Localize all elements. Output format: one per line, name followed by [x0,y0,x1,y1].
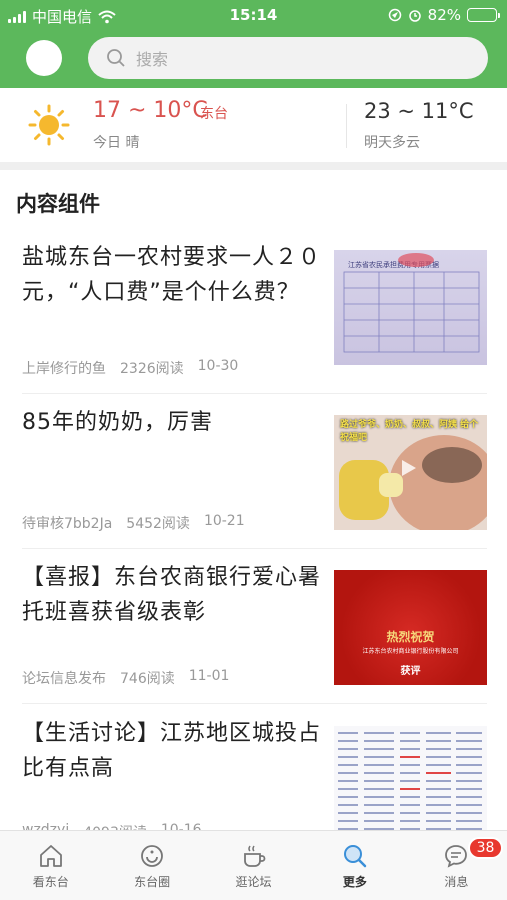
article-date: 11-01 [188,668,230,684]
article-item[interactable]: 85年的奶奶，厉害 待审核7bb2Ja 5452阅读 10-21 路过爷爷、奶奶… [22,405,487,545]
message-icon [445,845,468,868]
section-title: 内容组件 [16,192,100,216]
row-divider [22,548,487,549]
article-author: 上岸修行的鱼 [22,361,106,377]
tab-bar: 看东台 东台圈 逛论坛 更多 消息 38 [0,830,507,900]
thumbnail-caption: 路过爷爷、奶奶、叔叔、阿姨 给个祝福吧 [340,420,479,443]
article-meta: wzdzyj 4093阅读 10-16 [22,822,202,830]
weather-city[interactable]: 东台 [200,103,228,123]
article-thumbnail[interactable]: 路过爷爷、奶奶、叔叔、阿姨 给个祝福吧 [334,415,487,530]
home-icon [39,845,62,867]
article-title[interactable]: 盐城东台一农村要求一人２０元，“人口费”是个什么费？ [22,240,322,310]
tab-messages[interactable]: 消息 38 [406,831,507,900]
article-reads: 746阅读 [120,671,175,687]
article-date: 10-21 [203,513,245,529]
tomorrow-weather-desc: 明天多云 [364,135,420,151]
circle-icon [141,845,164,867]
article-title[interactable]: 85年的奶奶，厉害 [22,405,322,440]
search-placeholder: 搜索 [136,50,169,69]
article-title[interactable]: 【生活讨论】江苏地区城投占比有点高 [22,716,322,786]
coffee-icon [243,845,265,867]
row-divider [22,703,487,704]
message-badge: 38 [467,837,504,859]
location-icon [388,8,401,22]
battery-percent: 82% [427,6,461,24]
avatar[interactable] [26,40,62,76]
sun-icon [28,104,70,146]
today-temperature: 17 ~ 10°C [93,98,208,123]
article-thumbnail[interactable]: 江苏省农民承担费用专用票据 [334,250,487,365]
tab-label: 逛论坛 [235,875,272,889]
tab-label: 看东台 [32,875,69,889]
article-thumbnail[interactable]: 热烈祝贺 江苏东台农村商业银行股份有限公司 获评 [334,570,487,685]
article-reads: 5452阅读 [126,516,190,532]
status-bar: 中国电信 15:14 82% [0,0,507,30]
article-author: 待审核7bb2Ja [22,516,113,532]
tab-more[interactable]: 更多 [304,831,405,900]
article-item[interactable]: 【生活讨论】江苏地区城投占比有点高 wzdzyj 4093阅读 10-16 [22,716,487,830]
weather-divider [346,104,347,148]
tab-label: 消息 [444,875,469,889]
tab-label: 更多 [342,875,367,889]
alarm-icon [408,10,421,22]
section-divider [0,162,507,170]
article-title[interactable]: 【喜报】东台农商银行爱心暑托班喜获省级表彰 [22,560,322,630]
article-meta: 论坛信息发布 746阅读 11-01 [22,668,229,688]
article-thumbnail[interactable] [334,726,487,830]
tomorrow-temperature: 23 ~ 11°C [364,99,474,123]
article-meta: 上岸修行的鱼 2326阅读 10-30 [22,358,238,378]
article-meta: 待审核7bb2Ja 5452阅读 10-21 [22,513,245,533]
battery-icon [467,8,500,22]
row-divider [22,393,487,394]
article-author: 论坛信息发布 [22,671,106,687]
search-icon [343,845,367,868]
article-date: 10-16 [160,822,202,830]
today-weather-desc: 今日 晴 [93,135,140,151]
search-icon [107,49,125,67]
thumbnail-heading: 热烈祝贺 [386,630,435,644]
article-reads: 2326阅读 [120,361,184,377]
article-item[interactable]: 【喜报】东台农商银行爱心暑托班喜获省级表彰 论坛信息发布 746阅读 11-01… [22,560,487,700]
tab-home[interactable]: 看东台 [0,831,101,900]
article-author: wzdzyj [22,822,70,830]
tab-label: 东台圈 [134,875,171,889]
tab-forum[interactable]: 逛论坛 [203,831,304,900]
article-item[interactable]: 盐城东台一农村要求一人２０元，“人口费”是个什么费？ 上岸修行的鱼 2326阅读… [22,240,487,390]
thumbnail-award: 获评 [400,666,421,677]
tab-circle[interactable]: 东台圈 [101,831,202,900]
header-bar: 中国电信 15:14 82% 搜索 [0,0,507,88]
article-reads: 4093阅读 [83,822,147,830]
thumbnail-subtitle: 江苏东台农村商业银行股份有限公司 [362,648,459,655]
article-date: 10-30 [197,358,239,374]
search-input[interactable]: 搜索 [88,37,488,79]
